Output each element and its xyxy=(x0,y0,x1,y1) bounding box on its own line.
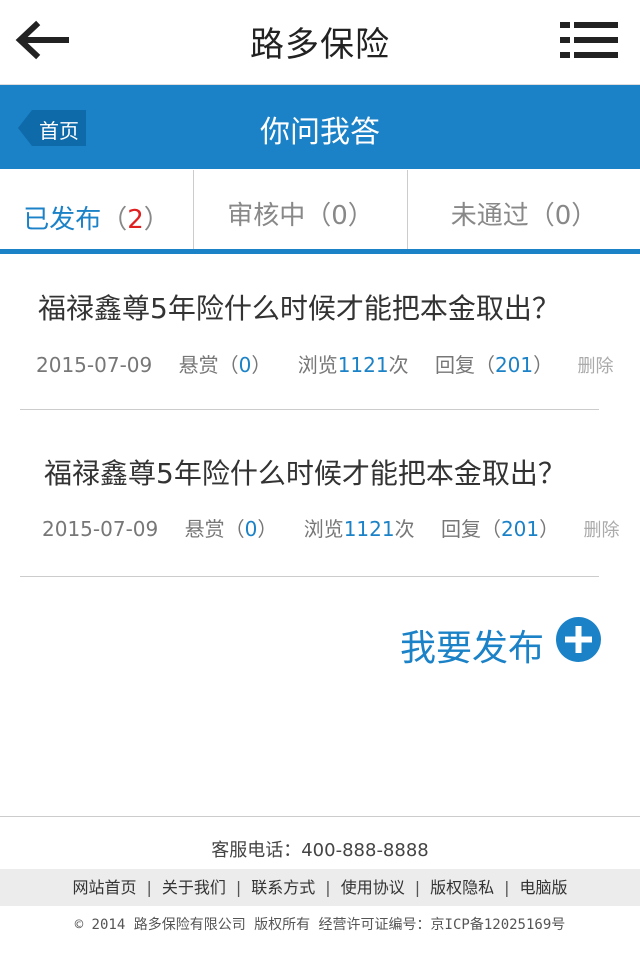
list-item[interactable]: 福禄鑫尊5年险什么时候才能把本金取出？ 2015-07-09 悬赏（0） 浏览1… xyxy=(20,418,620,577)
app-title: 路多保险 xyxy=(250,25,390,65)
top-navbar: 路多保险 xyxy=(0,0,640,85)
question-title[interactable]: 福禄鑫尊5年险什么时候才能把本金取出？ xyxy=(38,287,560,327)
list-item[interactable]: 福禄鑫尊5年险什么时候才能把本金取出？ 2015-07-09 悬赏（0） 浏览1… xyxy=(20,255,614,410)
tab-rejected[interactable]: 未通过（0） xyxy=(408,170,640,250)
views-value: 1121 xyxy=(337,353,389,377)
replies-value: 201 xyxy=(494,353,534,377)
views-label: 浏览 xyxy=(303,517,344,541)
tabs-underline xyxy=(0,249,640,254)
plus-circle-icon xyxy=(556,617,601,662)
replies-value: 201 xyxy=(500,517,540,541)
tab-reviewing-count: 0 xyxy=(331,201,348,231)
tab-rejected-count: 0 xyxy=(554,201,572,231)
views-unit: 次 xyxy=(394,517,415,541)
tab-reviewing[interactable]: 审核中（0） xyxy=(194,170,408,250)
tab-published-count: 2 xyxy=(127,205,144,235)
reward-value: 0 xyxy=(238,353,252,377)
replies-label: 回复 xyxy=(434,353,475,377)
menu-list-icon[interactable] xyxy=(560,20,618,60)
tab-reviewing-label: 审核中 xyxy=(227,201,306,231)
views-value: 1121 xyxy=(343,517,395,541)
tab-rejected-label: 未通过 xyxy=(450,201,529,231)
question-title[interactable]: 福禄鑫尊5年险什么时候才能把本金取出？ xyxy=(44,452,566,492)
question-date: 2015-07-09 xyxy=(42,517,159,541)
footer-link-about[interactable]: 关于我们 xyxy=(152,869,236,906)
question-date: 2015-07-09 xyxy=(36,353,153,377)
status-tabs: 已发布（2） 审核中（0） 未通过（0） xyxy=(0,170,640,250)
delete-link[interactable]: 删除 xyxy=(578,352,614,378)
tab-published-label: 已发布 xyxy=(23,205,102,235)
reward-label: 悬赏 xyxy=(178,353,219,377)
footer-link-desktop[interactable]: 电脑版 xyxy=(510,869,578,906)
views-label: 浏览 xyxy=(297,353,338,377)
footer-link-terms[interactable]: 使用协议 xyxy=(331,869,415,906)
replies-label: 回复 xyxy=(440,517,481,541)
reward-value: 0 xyxy=(244,517,258,541)
publish-label: 我要发布 xyxy=(400,628,545,669)
service-phone: 客服电话：400-888-8888 xyxy=(211,840,429,861)
views-unit: 次 xyxy=(388,353,409,377)
delete-link[interactable]: 删除 xyxy=(584,516,620,542)
reward-label: 悬赏 xyxy=(184,517,225,541)
section-title: 你问我答 xyxy=(260,115,380,150)
section-header: 首页 你问我答 xyxy=(0,85,640,169)
copyright: © 2014 路多保险有限公司 版权所有 经营许可证编号：京ICP备120251… xyxy=(74,917,566,933)
question-meta: 2015-07-09 悬赏（0） 浏览1121次 回复（201） 删除 xyxy=(36,349,614,378)
tab-published[interactable]: 已发布（2） xyxy=(0,170,194,250)
footer-link-privacy[interactable]: 版权隐私 xyxy=(420,869,504,906)
question-meta: 2015-07-09 悬赏（0） 浏览1121次 回复（201） 删除 xyxy=(42,513,620,542)
footer-divider xyxy=(0,816,640,817)
footer-link-home[interactable]: 网站首页 xyxy=(62,869,146,906)
footer-links: 网站首页 | 关于我们 | 联系方式 | 使用协议 | 版权隐私 | 电脑版 xyxy=(0,869,640,906)
footer-link-contact[interactable]: 联系方式 xyxy=(241,869,325,906)
